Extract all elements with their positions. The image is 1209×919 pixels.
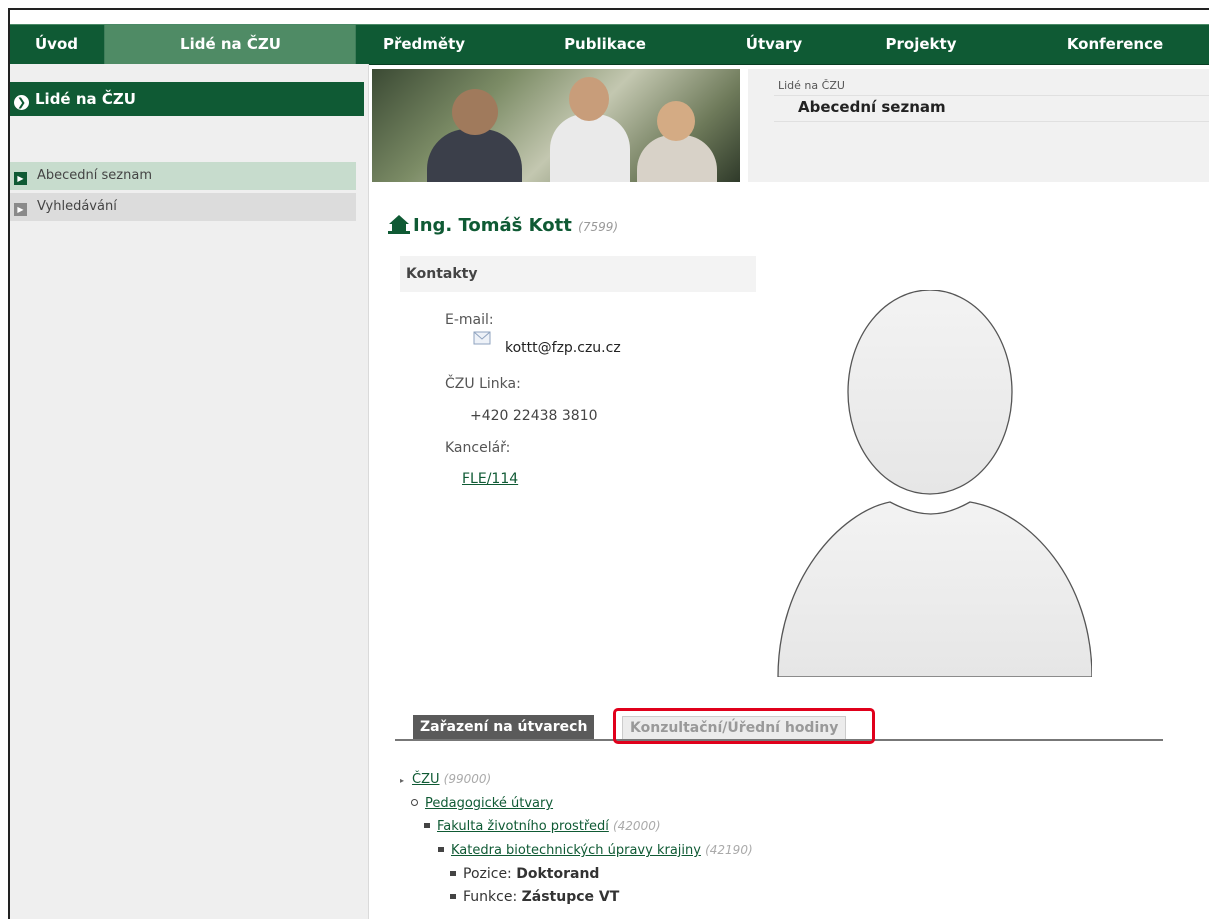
pozice-label: Pozice: <box>463 866 512 882</box>
nav-tab-predmety[interactable]: Předměty <box>355 25 492 64</box>
nav-tab-konference[interactable]: Konference <box>1030 25 1200 64</box>
chevron-right-icon: ❯ <box>14 95 29 110</box>
nav-tab-utvary[interactable]: Útvary <box>724 25 824 64</box>
tree-item-funkce: Funkce: Zástupce VT <box>450 889 619 905</box>
nav-tab-publikace[interactable]: Publikace <box>525 25 685 64</box>
home-icon <box>388 214 410 239</box>
tree-code: (42190) <box>705 843 753 857</box>
tree-link-czu[interactable]: ČZU <box>412 772 440 787</box>
nav-tab-projekty[interactable]: Projekty <box>856 25 986 64</box>
top-navigation: Úvod Lidé na ČZU Předměty Publikace Útva… <box>10 24 1209 65</box>
tab-zarazeni-na-utvarech[interactable]: Zařazení na útvarech <box>413 715 595 739</box>
person-name: Ing. Tomáš Kott <box>413 215 572 236</box>
tree-code: (42000) <box>612 819 661 833</box>
sidebar-item-vyhledavani[interactable]: ▶ Vyhledávání <box>10 193 356 221</box>
office-label: Kancelář: <box>445 440 511 456</box>
page-title: Abecední seznam <box>798 98 946 116</box>
nav-tab-uvod[interactable]: Úvod <box>10 25 103 64</box>
tab-konzultacni-hodiny[interactable]: Konzultační/Úřední hodiny <box>622 716 847 740</box>
header-banner-photo <box>372 69 740 182</box>
phone-label: ČZU Linka: <box>445 376 521 392</box>
sidebar-title: ❯ Lidé na ČZU <box>10 82 364 116</box>
square-bullet-icon <box>424 823 430 828</box>
tree-link-fakulta[interactable]: Fakulta životního prostředí <box>437 819 609 834</box>
square-bullet-icon <box>450 871 456 876</box>
person-id: (7599) <box>578 220 619 234</box>
play-arrow-icon: ▶ <box>14 172 27 185</box>
tree-item-czu: ▸ ČZU (99000) <box>400 772 491 787</box>
tree-link-katedra[interactable]: Katedra biotechnických úpravy krajiny <box>451 843 701 858</box>
triangle-bullet-icon: ▸ <box>400 776 405 785</box>
tree-item-pedagogicke-utvary: Pedagogické útvary <box>411 796 553 811</box>
tabs-divider <box>395 739 1163 741</box>
avatar <box>770 289 1093 678</box>
sidebar-item-label: Vyhledávání <box>37 199 117 214</box>
contacts-heading: Kontakty <box>400 256 756 292</box>
phone-value: +420 22438 3810 <box>470 408 598 424</box>
person-heading: Ing. Tomáš Kott (7599) <box>388 214 618 239</box>
tree-code: (99000) <box>443 772 492 786</box>
sidebar-title-label: Lidé na ČZU <box>35 90 136 108</box>
breadcrumb: Lidé na ČZU <box>778 79 845 92</box>
sidebar-item-abecedni-seznam[interactable]: ▶ Abecední seznam <box>10 162 356 190</box>
funkce-label: Funkce: <box>463 889 518 905</box>
tree-item-katedra: Katedra biotechnických úpravy krajiny (4… <box>438 843 753 858</box>
tree-item-pozice: Pozice: Doktorand <box>450 866 599 882</box>
pozice-value: Doktorand <box>516 866 600 882</box>
sidebar: ❯ Lidé na ČZU ▶ Abecední seznam ▶ Vyhledává… <box>10 64 369 919</box>
nav-tab-lide[interactable]: Lidé na ČZU <box>104 25 356 64</box>
email-label: E-mail: <box>445 312 494 328</box>
square-bullet-icon <box>450 894 456 899</box>
square-bullet-icon <box>438 847 444 852</box>
circle-bullet-icon <box>411 799 418 806</box>
office-link[interactable]: FLE/114 <box>462 471 518 487</box>
envelope-icon <box>473 330 491 349</box>
funkce-value: Zástupce VT <box>521 889 620 905</box>
play-arrow-icon: ▶ <box>14 203 27 216</box>
tree-item-fakulta: Fakulta životního prostředí (42000) <box>424 819 661 834</box>
sidebar-item-label: Abecední seznam <box>37 168 152 183</box>
page-header: Lidé na ČZU Abecední seznam <box>748 69 1209 182</box>
tree-link-pedagogicke-utvary[interactable]: Pedagogické útvary <box>425 796 553 811</box>
email-link[interactable]: kottt@fzp.czu.cz <box>505 340 621 356</box>
